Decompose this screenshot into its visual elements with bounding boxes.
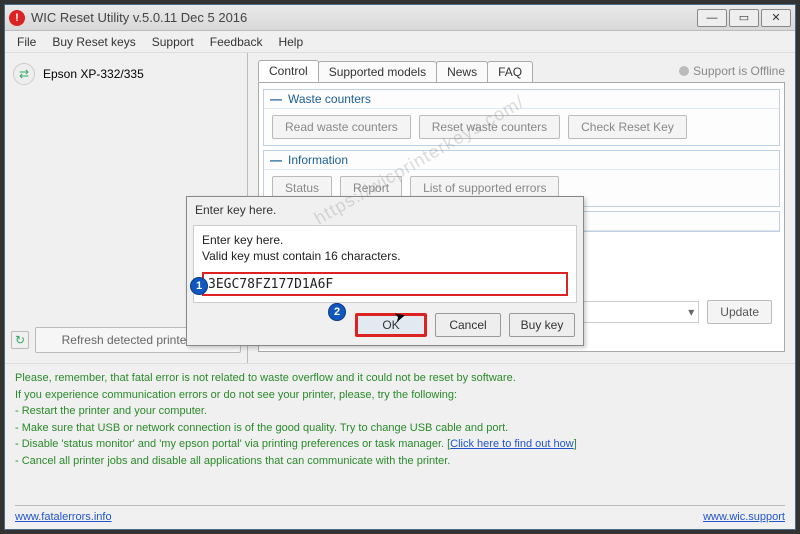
- section-info-title: Information: [288, 153, 348, 167]
- menu-support[interactable]: Support: [144, 33, 202, 51]
- help-line: If you experience communication errors o…: [15, 387, 785, 404]
- ok-button[interactable]: OK: [355, 313, 427, 337]
- section-waste: — Waste counters Read waste counters Rese…: [263, 89, 780, 146]
- printer-name: Epson XP-332/335: [43, 67, 144, 81]
- footer: www.fatalerrors.info www.wic.support: [5, 505, 795, 529]
- key-input[interactable]: [202, 272, 568, 296]
- footer-link-right[interactable]: www.wic.support: [703, 511, 785, 523]
- dialog-line2: Valid key must contain 16 characters.: [202, 248, 568, 264]
- close-button[interactable]: ✕: [761, 9, 791, 27]
- annotation-marker-2: 2: [328, 303, 346, 321]
- maximize-button[interactable]: ▭: [729, 9, 759, 27]
- help-line: - Disable 'status monitor' and 'my epson…: [15, 436, 785, 453]
- support-status-label: Support is Offline: [693, 64, 785, 78]
- status-dot-icon: [679, 66, 689, 76]
- help-line: - Make sure that USB or network connecti…: [15, 420, 785, 437]
- help-line: - Cancel all printer jobs and disable al…: [15, 453, 785, 470]
- tab-control[interactable]: Control: [258, 60, 319, 82]
- read-waste-button[interactable]: Read waste counters: [272, 115, 411, 139]
- help-line: Please, remember, that fatal error is no…: [15, 370, 785, 387]
- menu-buy[interactable]: Buy Reset keys: [44, 33, 143, 51]
- check-reset-key-button[interactable]: Check Reset Key: [568, 115, 687, 139]
- tab-supported-models[interactable]: Supported models: [318, 61, 437, 82]
- dialog-title: Enter key here.: [187, 197, 583, 223]
- update-button[interactable]: Update: [707, 300, 772, 324]
- refresh-icon[interactable]: ↻: [11, 331, 29, 349]
- menu-file[interactable]: File: [9, 33, 44, 51]
- help-line: - Restart the printer and your computer.: [15, 403, 785, 420]
- minus-icon: —: [270, 153, 282, 167]
- dialog-line1: Enter key here.: [202, 232, 568, 248]
- titlebar: ! WIC Reset Utility v.5.0.11 Dec 5 2016 …: [5, 5, 795, 31]
- annotation-marker-1: 1: [190, 277, 208, 295]
- reset-waste-button[interactable]: Reset waste counters: [419, 115, 560, 139]
- footer-link-left[interactable]: www.fatalerrors.info: [15, 511, 112, 523]
- minus-icon: —: [270, 92, 282, 106]
- help-link[interactable]: Click here to find out how: [450, 438, 574, 450]
- printer-item[interactable]: ⇄ Epson XP-332/335: [11, 59, 241, 89]
- window-title: WIC Reset Utility v.5.0.11 Dec 5 2016: [31, 10, 695, 25]
- support-status: Support is Offline: [679, 64, 785, 78]
- menu-help[interactable]: Help: [270, 33, 311, 51]
- buy-key-button[interactable]: Buy key: [509, 313, 575, 337]
- chevron-down-icon: ▾: [688, 305, 694, 319]
- menu-feedback[interactable]: Feedback: [202, 33, 271, 51]
- cancel-button[interactable]: Cancel: [435, 313, 501, 337]
- tab-news[interactable]: News: [436, 61, 488, 82]
- enter-key-dialog: Enter key here. Enter key here. Valid ke…: [186, 196, 584, 346]
- minimize-button[interactable]: —: [697, 9, 727, 27]
- help-text-area: Please, remember, that fatal error is no…: [5, 363, 795, 503]
- menubar: File Buy Reset keys Support Feedback Hel…: [5, 31, 795, 53]
- usb-icon: ⇄: [13, 63, 35, 85]
- tab-faq[interactable]: FAQ: [487, 61, 533, 82]
- section-waste-title: Waste counters: [288, 92, 371, 106]
- app-icon: !: [9, 10, 25, 26]
